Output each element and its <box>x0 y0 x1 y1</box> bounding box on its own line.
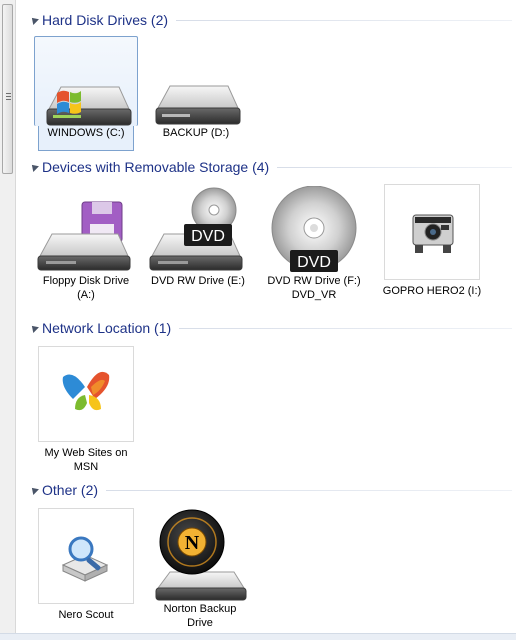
nero-scout-icon <box>38 508 134 604</box>
gopro-camera-icon <box>384 184 480 280</box>
dvd-badge-text: DVD <box>297 254 331 271</box>
drive-item-gopro-i[interactable]: GOPRO HERO2 (I:) <box>380 184 484 298</box>
group-title: Network Location (1) <box>42 320 172 336</box>
item-label: GOPRO HERO2 (I:) <box>382 285 482 297</box>
group-divider <box>106 489 512 491</box>
group-divider <box>176 19 512 21</box>
item-label: Floppy Disk Drive (A:) <box>42 275 130 301</box>
drive-item-dvd-f[interactable]: DVD DVD RW Drive (F:) DVD_VR <box>262 186 366 302</box>
item-label: WINDOWS (C:) <box>47 127 125 139</box>
scrollbar-grip-icon <box>6 93 11 101</box>
drive-item-windows-c[interactable]: WINDOWS (C:) <box>34 36 138 151</box>
collapse-arrow-icon[interactable] <box>29 485 39 495</box>
norton-backup-icon: N <box>148 508 252 602</box>
collapse-arrow-icon[interactable] <box>29 15 39 25</box>
item-label: BACKUP (D:) <box>162 127 230 139</box>
group-divider <box>277 166 512 168</box>
status-bar-edge <box>0 633 516 640</box>
msn-butterfly-icon <box>38 346 134 442</box>
group-header-removable-storage[interactable]: Devices with Removable Storage (4) <box>28 157 516 177</box>
dvd-drive-icon: DVD <box>146 186 250 274</box>
collapse-arrow-icon[interactable] <box>29 323 39 333</box>
scrollbar-thumb[interactable] <box>2 4 13 174</box>
dvd-disc-icon: DVD <box>262 186 366 274</box>
item-label: Nero Scout <box>58 609 114 621</box>
norton-letter: N <box>185 532 200 554</box>
drive-item-dvd-e[interactable]: DVD DVD RW Drive (E:) <box>146 186 250 288</box>
group-divider <box>179 327 512 329</box>
hard-drive-icon <box>144 36 248 126</box>
other-item-nero-scout[interactable]: Nero Scout <box>34 508 138 622</box>
collapse-arrow-icon[interactable] <box>29 162 39 172</box>
group-title: Hard Disk Drives (2) <box>42 12 169 28</box>
label-wrap: WINDOWS (C:) <box>38 126 134 151</box>
item-label: Norton Backup Drive <box>163 603 237 629</box>
windows-drive-icon <box>34 36 138 126</box>
item-label: DVD RW Drive (E:) <box>151 275 245 287</box>
floppy-drive-icon <box>34 186 138 274</box>
item-label: DVD RW Drive (F:) DVD_VR <box>267 275 361 301</box>
group-header-other[interactable]: Other (2) <box>28 480 516 500</box>
drive-item-floppy-a[interactable]: Floppy Disk Drive (A:) <box>34 186 138 302</box>
item-label: My Web Sites on MSN <box>44 447 128 473</box>
other-item-norton-backup[interactable]: N Norton Backup Drive <box>148 508 252 630</box>
group-header-hard-disk-drives[interactable]: Hard Disk Drives (2) <box>28 10 516 30</box>
group-title: Other (2) <box>42 482 99 498</box>
vertical-scrollbar[interactable] <box>0 0 16 640</box>
dvd-badge-text: DVD <box>191 228 225 245</box>
group-header-network-location[interactable]: Network Location (1) <box>28 318 516 338</box>
group-title: Devices with Removable Storage (4) <box>42 159 270 175</box>
drive-item-backup-d[interactable]: BACKUP (D:) <box>144 36 248 140</box>
network-item-msn[interactable]: My Web Sites on MSN <box>34 346 138 474</box>
